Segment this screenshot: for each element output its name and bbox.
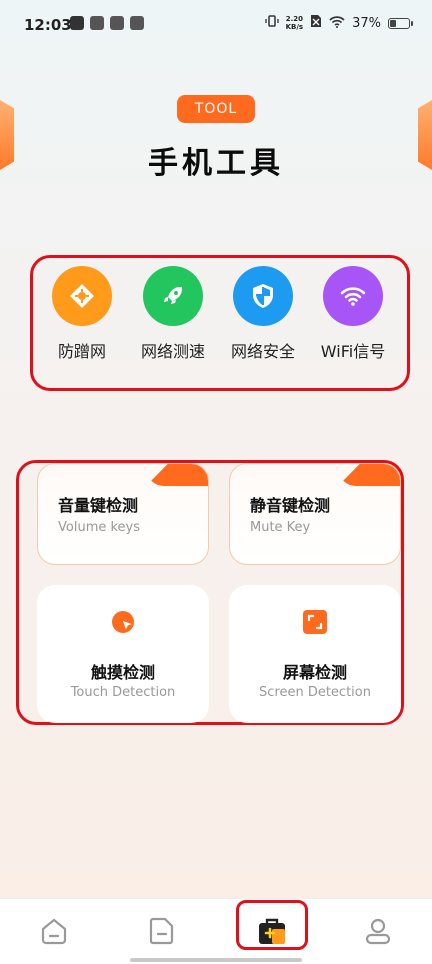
tools-row: 防蹭网 网络测速 网络安全 WiFi信号 [30, 255, 410, 391]
net-speed-unit: KB/s [285, 23, 304, 31]
tool-speed-test[interactable]: 网络测速 [128, 266, 218, 362]
nav-document[interactable] [142, 913, 182, 953]
profile-icon [363, 916, 393, 950]
screen-frame-icon [302, 609, 328, 635]
tool-network-security[interactable]: 网络安全 [218, 266, 308, 362]
status-bar: 12:03 2.20 KB/s 37% [0, 0, 432, 50]
wifi-status-icon [329, 15, 345, 32]
security-shield-icon [233, 266, 293, 326]
tool-label: 网络安全 [230, 342, 295, 361]
tool-label: 网络测速 [140, 342, 205, 361]
card-subtitle: Mute Key [250, 520, 311, 535]
status-time: 12:03 [24, 16, 72, 34]
card-title: 音量键检测 [58, 496, 139, 515]
card-subtitle: Touch Detection [70, 685, 176, 700]
notification-icons [70, 16, 144, 30]
nav-profile[interactable] [358, 913, 398, 953]
wifi-icon [323, 266, 383, 326]
net-speed: 2.20 KB/s [286, 15, 303, 31]
card-volume-keys[interactable]: 音量键检测 Volume keys [37, 463, 209, 565]
card-screen-detection[interactable]: 屏幕检测 Screen Detection [229, 585, 401, 723]
tiktok-icon [70, 16, 84, 30]
page-title: 手机工具 [148, 146, 284, 181]
document-icon [147, 916, 177, 950]
card-touch-detection[interactable]: 触摸检测 Touch Detection [37, 585, 209, 723]
shield-diamond-icon [52, 266, 112, 326]
status-right: 2.20 KB/s 37% [264, 14, 413, 32]
card-title: 触摸检测 [90, 663, 155, 682]
card-title: 屏幕检测 [282, 663, 347, 682]
tool-wifi-signal[interactable]: WiFi信号 [308, 266, 398, 362]
battery-fill [390, 19, 397, 27]
battery-icon [388, 17, 413, 29]
tool-badge: TOOL [177, 95, 255, 123]
home-indicator [130, 958, 302, 962]
crown-icon [90, 16, 104, 30]
home-icon [39, 916, 69, 950]
card-title: 静音键检测 [250, 496, 331, 515]
app-icon [110, 16, 124, 30]
bottom-nav [0, 898, 432, 964]
battery-percent: 37% [352, 15, 381, 31]
link-icon [130, 16, 144, 30]
card-corner [146, 464, 208, 486]
card-subtitle: Volume keys [58, 520, 141, 535]
rocket-icon [143, 266, 203, 326]
tool-anti-leech[interactable]: 防蹭网 [37, 266, 127, 362]
touch-cursor-icon [110, 609, 136, 635]
card-subtitle: Screen Detection [259, 685, 371, 700]
tool-label: WiFi信号 [320, 342, 386, 361]
detection-cards: 音量键检测 Volume keys 静音键检测 Mute Key 触摸检测 To… [16, 460, 404, 725]
card-corner [338, 464, 400, 486]
vibrate-icon [264, 14, 279, 32]
card-mute-key[interactable]: 静音键检测 Mute Key [229, 463, 401, 565]
nav-active-highlight [236, 900, 308, 950]
no-sim-icon [310, 14, 322, 32]
net-speed-value: 2.20 [285, 15, 303, 23]
tool-label: 防蹭网 [57, 342, 106, 361]
nav-home[interactable] [34, 913, 74, 953]
